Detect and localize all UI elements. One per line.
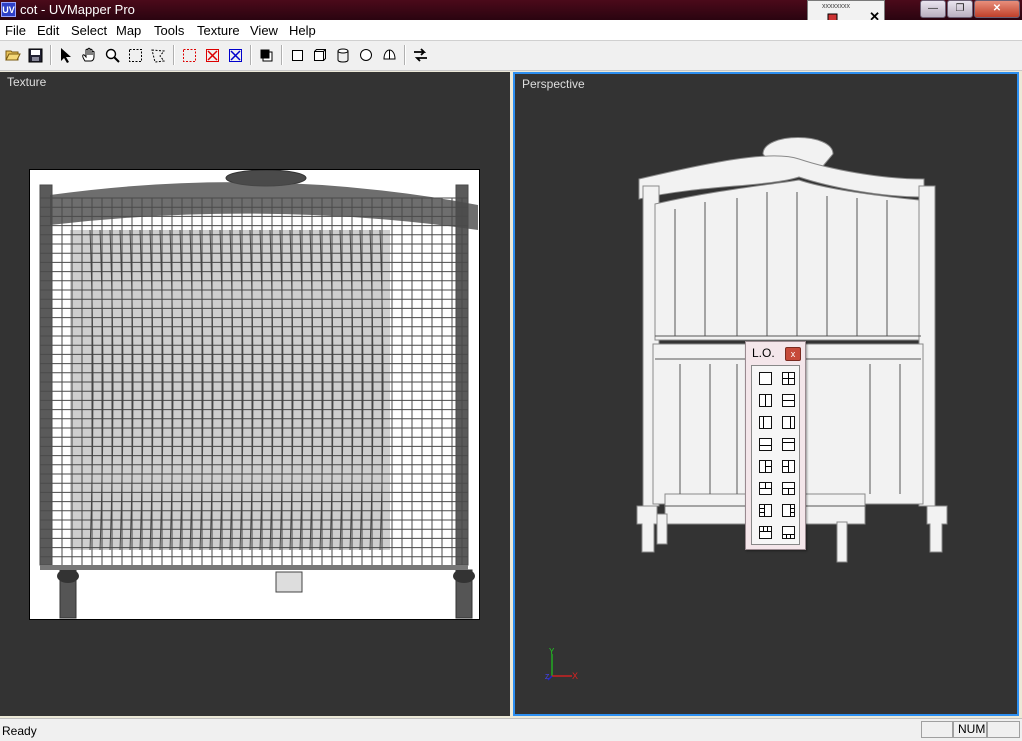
toolbar-separator [250, 45, 252, 65]
layout-four-bottom-icon[interactable] [782, 526, 795, 539]
lo-window-title: L.O. [752, 346, 775, 360]
save-disk-icon[interactable] [25, 44, 45, 66]
lo-tool-window[interactable]: L.O. x [745, 341, 806, 550]
svg-text:Z: Z [545, 674, 550, 681]
texture-viewport[interactable]: Texture [0, 72, 510, 716]
toolbar-separator [173, 45, 175, 65]
layout-three-right-icon[interactable] [782, 460, 795, 473]
layout-quad-icon[interactable] [782, 372, 795, 385]
menu-texture[interactable]: Texture [197, 23, 240, 38]
layout-three-bottom-icon[interactable] [782, 482, 795, 495]
toolbar-separator [50, 45, 52, 65]
menu-map[interactable]: Map [116, 23, 141, 38]
layout-vsplit-icon[interactable] [759, 394, 772, 407]
select-none-icon[interactable] [179, 44, 199, 66]
swap-arrows-icon[interactable] [410, 44, 430, 66]
layout-top-bottom-icon[interactable] [759, 438, 772, 451]
layout-three-left-icon[interactable] [759, 460, 772, 473]
zoom-icon[interactable] [102, 44, 122, 66]
status-cell-empty [921, 721, 953, 738]
svg-text:Y: Y [549, 648, 555, 656]
layout-four-top-icon[interactable] [759, 526, 772, 539]
planar-map-icon[interactable] [287, 44, 307, 66]
lo-layout-grid [751, 365, 800, 545]
menu-tools[interactable]: Tools [154, 23, 184, 38]
delete-selection-icon[interactable] [202, 44, 222, 66]
menu-help[interactable]: Help [289, 23, 316, 38]
menu-file[interactable]: File [5, 23, 26, 38]
toolbar-separator [281, 45, 283, 65]
window-controls: — ❐ ✕ [919, 0, 1020, 18]
uv-wireframe [39, 170, 478, 619]
minimize-button[interactable]: — [920, 0, 946, 18]
status-num-indicator: NUM [953, 721, 987, 738]
axis-gizmo-icon: Y X Z [545, 648, 578, 681]
layout-single-icon[interactable] [759, 372, 772, 385]
spherical-map-icon[interactable] [356, 44, 376, 66]
marquee-select-icon[interactable] [125, 44, 145, 66]
select-arrow-icon[interactable] [56, 44, 76, 66]
copy-layer-icon[interactable] [256, 44, 276, 66]
layout-four-right-icon[interactable] [782, 504, 795, 517]
svg-text:X: X [572, 671, 578, 681]
toolbar-separator [404, 45, 406, 65]
pan-hand-icon[interactable] [79, 44, 99, 66]
texture-panel-label: Texture [7, 75, 47, 89]
layout-three-top-icon[interactable] [759, 482, 772, 495]
open-folder-icon[interactable] [3, 44, 23, 66]
layout-top-narrow-icon[interactable] [782, 438, 795, 451]
menu-view[interactable]: View [250, 23, 278, 38]
lasso-select-icon[interactable] [148, 44, 168, 66]
uv-texture-canvas[interactable] [29, 169, 480, 620]
close-button[interactable]: ✕ [974, 0, 1020, 18]
layout-left-narrow-icon[interactable] [759, 416, 772, 429]
layout-hsplit-icon[interactable] [782, 394, 795, 407]
restore-button[interactable]: ❐ [947, 0, 973, 18]
layout-right-narrow-icon[interactable] [782, 416, 795, 429]
lo-close-button[interactable]: x [785, 347, 801, 361]
status-text: Ready [2, 724, 37, 738]
status-bar: Ready NUM [0, 718, 1022, 741]
invert-selection-icon[interactable] [225, 44, 245, 66]
menu-edit[interactable]: Edit [37, 23, 59, 38]
box-map-icon[interactable] [310, 44, 330, 66]
menu-select[interactable]: Select [71, 23, 107, 38]
status-cell-empty [987, 721, 1020, 738]
window-title: cot - UVMapper Pro [20, 2, 135, 17]
toolbar [0, 41, 1022, 71]
polar-map-icon[interactable] [379, 44, 399, 66]
cylindrical-map-icon[interactable] [333, 44, 353, 66]
menu-bar: File Edit Select Map Tools Texture View … [0, 20, 1022, 41]
app-icon: UV [1, 2, 16, 17]
palette-grip[interactable]: xxxxxxxx [822, 3, 850, 10]
layout-four-left-icon[interactable] [759, 504, 772, 517]
